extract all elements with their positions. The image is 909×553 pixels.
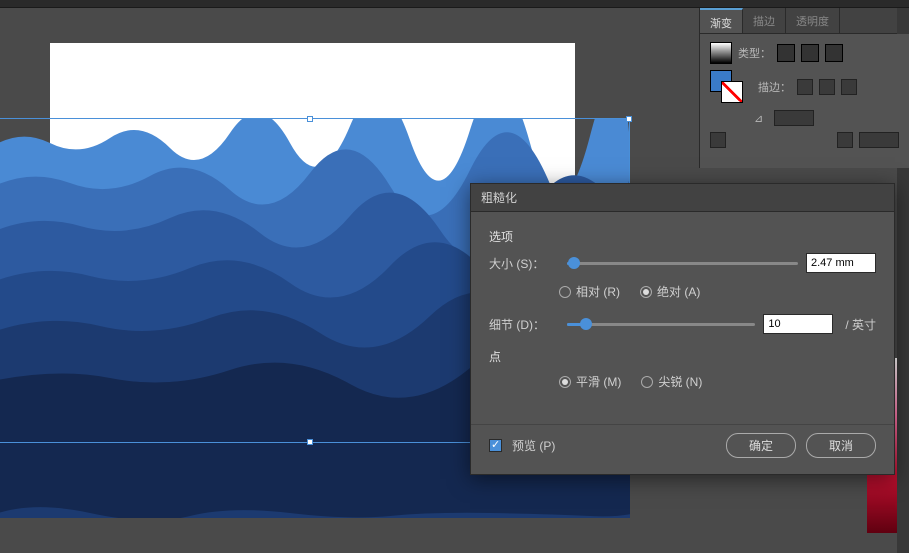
detail-label: 细节 (D)：	[489, 316, 559, 333]
aspect-icon[interactable]	[837, 132, 853, 148]
radio-corner[interactable]: 尖锐 (N)	[641, 373, 702, 390]
ok-button[interactable]: 确定	[726, 433, 796, 458]
main-workspace: 渐变 描边 透明度 类型： 描边：	[0, 8, 909, 553]
cancel-button[interactable]: 取消	[806, 433, 876, 458]
radio-icon	[559, 376, 571, 388]
app-topbar	[0, 0, 909, 8]
stroke-label: 描边：	[758, 79, 791, 95]
right-dock-strip[interactable]	[897, 168, 909, 553]
stroke-color-swatch[interactable]	[721, 81, 743, 103]
radio-icon	[640, 286, 652, 298]
radio-absolute[interactable]: 绝对 (A)	[640, 283, 700, 300]
radio-relative[interactable]: 相对 (R)	[559, 283, 620, 300]
gradient-type-radial[interactable]	[801, 44, 819, 62]
gradient-type-freeform[interactable]	[825, 44, 843, 62]
gradient-swatch[interactable]	[710, 42, 732, 64]
detail-slider[interactable]	[567, 316, 755, 332]
panel-tabs: 渐变 描边 透明度	[700, 8, 909, 34]
angle-icon: ⊿	[754, 112, 768, 125]
radio-icon	[559, 286, 571, 298]
panel-option-icon[interactable]	[710, 132, 726, 148]
radio-icon	[641, 376, 653, 388]
stroke-align-icon[interactable]	[819, 79, 835, 95]
options-section-label: 选项	[489, 228, 876, 245]
type-label: 类型：	[738, 45, 771, 61]
tab-transparency[interactable]: 透明度	[786, 8, 840, 33]
dialog-title[interactable]: 粗糙化	[471, 184, 894, 212]
angle-dropdown[interactable]	[774, 110, 814, 126]
detail-input[interactable]	[763, 314, 833, 334]
gradient-type-linear[interactable]	[777, 44, 795, 62]
preview-checkbox[interactable]	[489, 439, 502, 452]
preview-label: 预览 (P)	[512, 437, 555, 454]
radio-smooth[interactable]: 平滑 (M)	[559, 373, 621, 390]
tab-stroke[interactable]: 描边	[743, 8, 786, 33]
roughen-dialog: 粗糙化 选项 大小 (S)： 相对 (R) 绝对 (A)	[470, 183, 895, 475]
stroke-align-icon[interactable]	[841, 79, 857, 95]
points-section-label: 点	[489, 348, 876, 365]
gradient-panel: 渐变 描边 透明度 类型： 描边：	[699, 8, 909, 168]
stroke-align-icon[interactable]	[797, 79, 813, 95]
size-input[interactable]	[806, 253, 876, 273]
detail-unit: / 英寸	[845, 316, 876, 333]
size-label: 大小 (S)：	[489, 255, 559, 272]
panel-collapse-icon[interactable]	[897, 8, 909, 34]
tab-gradient[interactable]: 渐变	[700, 8, 743, 33]
aspect-dropdown[interactable]	[859, 132, 899, 148]
size-slider[interactable]	[567, 255, 798, 271]
